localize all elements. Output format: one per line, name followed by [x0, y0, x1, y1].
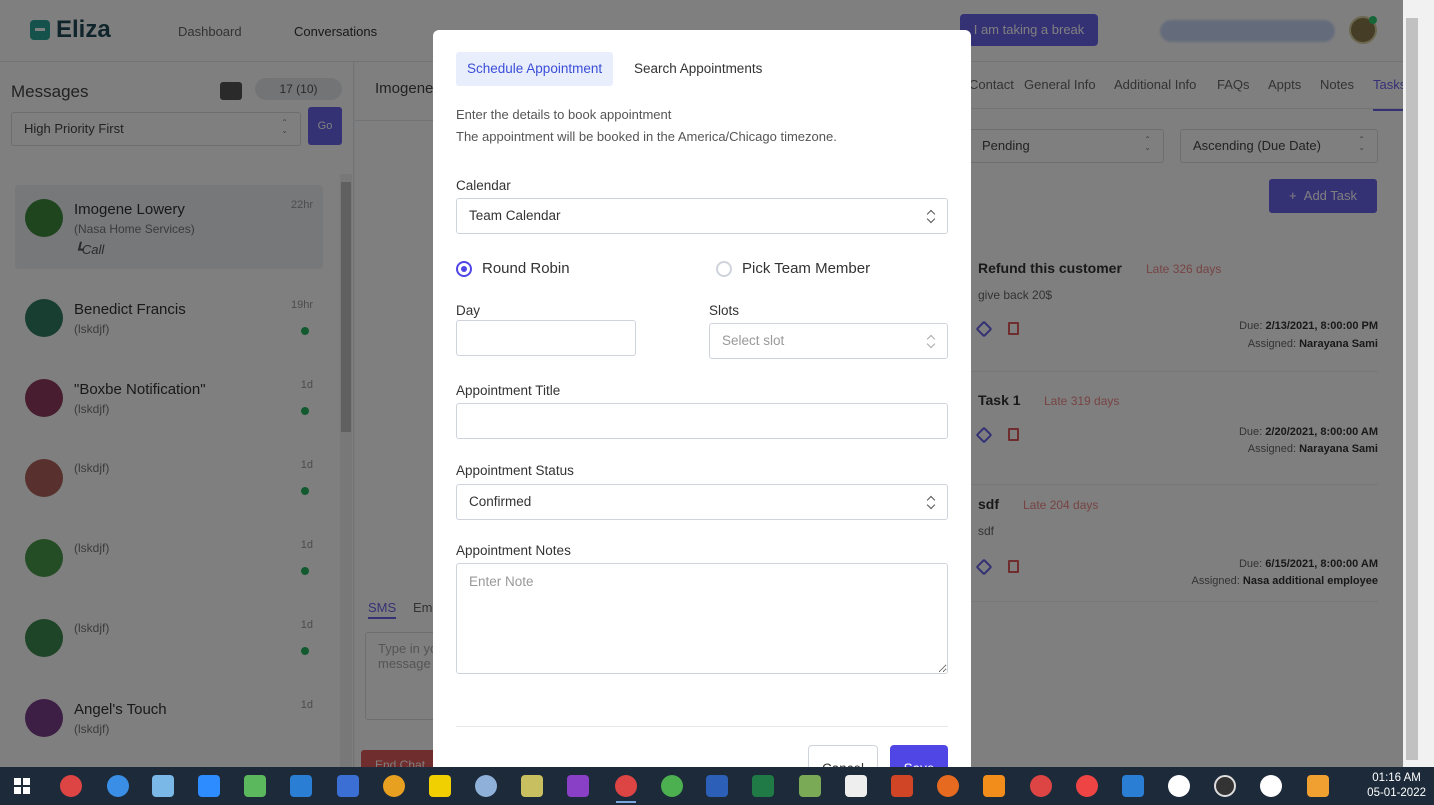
inkscape-icon[interactable]: [845, 775, 867, 797]
day-label: Day: [456, 303, 481, 318]
clock-date: 05-01-2022: [1367, 787, 1426, 799]
windows-taskbar: 01:16 AM 05-01-2022: [0, 767, 1434, 805]
chrome-canary-icon[interactable]: [1076, 775, 1098, 797]
calendar-value: Team Calendar: [469, 208, 561, 223]
chart-app-icon[interactable]: [799, 775, 821, 797]
calendar-select[interactable]: Team Calendar: [456, 198, 948, 234]
appointment-status-value: Confirmed: [469, 494, 532, 509]
slots-placeholder: Select slot: [722, 333, 785, 348]
clock-app-icon[interactable]: [1260, 775, 1282, 797]
notes-app-icon[interactable]: [1307, 775, 1329, 797]
radio-unchecked-icon: [716, 260, 732, 277]
tab-search-appointments[interactable]: Search Appointments: [623, 52, 773, 86]
firefox-icon[interactable]: [937, 775, 959, 797]
modal-footer-divider: [456, 726, 948, 727]
select-arrows-icon: [927, 209, 935, 223]
appointment-notes-textarea[interactable]: [456, 563, 948, 674]
onenote-icon[interactable]: [567, 775, 589, 797]
zoom-icon[interactable]: [198, 775, 220, 797]
vlc-icon[interactable]: [983, 775, 1005, 797]
chrome-icon[interactable]: [60, 775, 82, 797]
chrome-profile-icon[interactable]: [661, 775, 683, 797]
page-scrollbar[interactable]: [1403, 0, 1434, 767]
timezone-notice: The appointment will be booked in the Am…: [456, 129, 837, 144]
cancel-button[interactable]: Cancel: [808, 745, 878, 767]
browser-icon[interactable]: [383, 775, 405, 797]
slots-label: Slots: [709, 303, 740, 318]
round-robin-label: Round Robin: [482, 260, 570, 277]
appointment-title-input[interactable]: [456, 403, 948, 439]
calendar-label: Calendar: [456, 178, 511, 193]
windows-start-icon[interactable]: [14, 778, 30, 794]
obs-icon[interactable]: [1214, 775, 1236, 797]
calendar-app-icon[interactable]: [337, 775, 359, 797]
taskbar-clock[interactable]: 01:16 AM 05-01-2022: [1367, 771, 1426, 801]
game-icon[interactable]: [521, 775, 543, 797]
pick-team-member-radio[interactable]: Pick Team Member: [716, 260, 870, 277]
paint-icon[interactable]: [475, 775, 497, 797]
app-icon[interactable]: [1122, 775, 1144, 797]
save-button[interactable]: Save: [890, 745, 948, 767]
powerpoint-icon[interactable]: [891, 775, 913, 797]
chrome-active-icon[interactable]: [615, 775, 637, 803]
chrome-alt-icon[interactable]: [1030, 775, 1052, 797]
schedule-appointment-modal: Schedule Appointment Search Appointments…: [433, 30, 971, 767]
radio-checked-icon: [456, 260, 472, 277]
edge-icon[interactable]: [107, 775, 129, 797]
select-arrows-icon: [927, 495, 935, 509]
word-icon[interactable]: [706, 775, 728, 797]
select-arrows-icon: [927, 334, 935, 348]
miro-icon[interactable]: [429, 775, 451, 797]
network-icon[interactable]: [152, 775, 174, 797]
booking-instructions: Enter the details to book appointment: [456, 107, 672, 122]
mail-icon[interactable]: [290, 775, 312, 797]
appointment-status-select[interactable]: Confirmed: [456, 484, 948, 520]
round-robin-radio[interactable]: Round Robin: [456, 260, 570, 277]
page-scroll-thumb[interactable]: [1406, 18, 1418, 760]
whatsapp-icon[interactable]: [1168, 775, 1190, 797]
clock-time: 01:16 AM: [1372, 772, 1421, 784]
android-icon[interactable]: [244, 775, 266, 797]
appointment-status-label: Appointment Status: [456, 463, 574, 478]
slots-select[interactable]: Select slot: [709, 323, 948, 359]
tab-schedule-appointment[interactable]: Schedule Appointment: [456, 52, 614, 86]
pick-team-member-label: Pick Team Member: [742, 260, 871, 277]
day-input[interactable]: [456, 320, 636, 356]
appointment-notes-label: Appointment Notes: [456, 543, 571, 558]
appointment-title-label: Appointment Title: [456, 383, 561, 398]
excel-icon[interactable]: [752, 775, 774, 797]
